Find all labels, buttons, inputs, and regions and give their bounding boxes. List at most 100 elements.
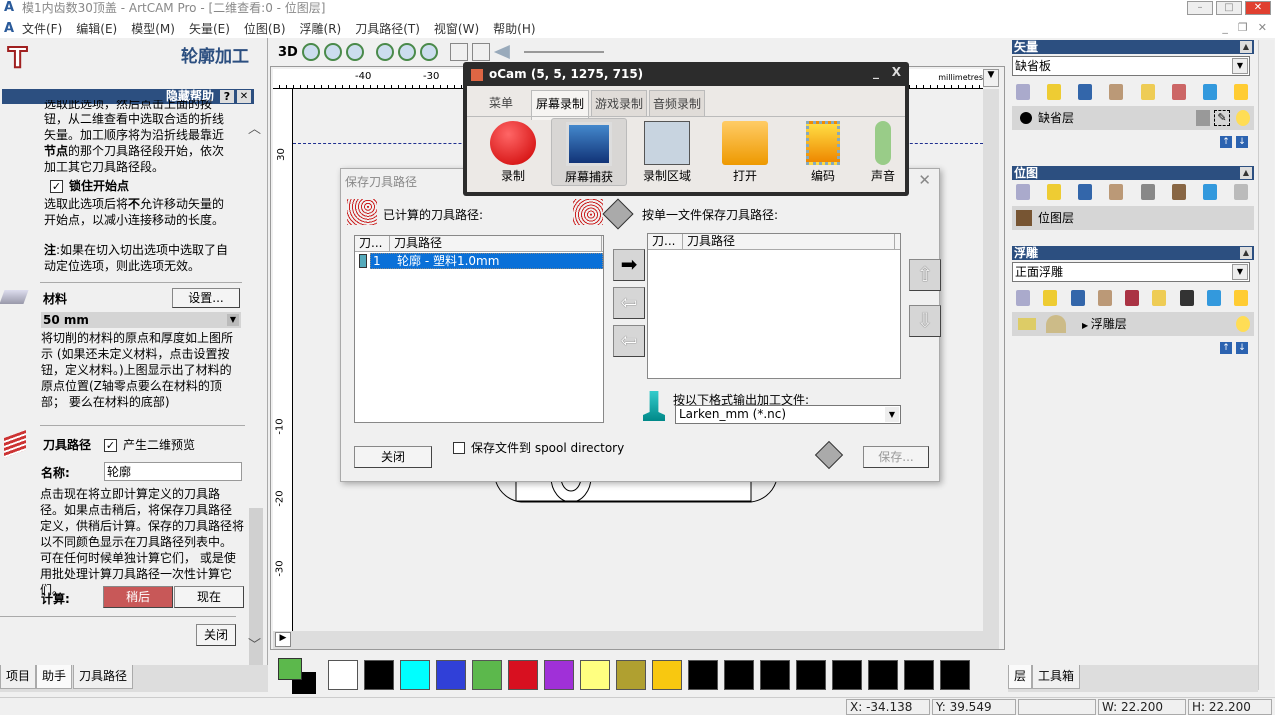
ocam-record-area-button[interactable]: 录制区域: [629, 118, 705, 186]
preview-2d-checkbox[interactable]: ✓ 产生二维预览: [104, 437, 195, 453]
toolpath-name-input[interactable]: [104, 462, 242, 481]
relief-select[interactable]: 正面浮雕 ▼: [1012, 262, 1250, 282]
ocam-open-button[interactable]: 打开: [707, 118, 783, 186]
visibility-bulb-icon[interactable]: [1236, 316, 1250, 332]
lightbulb-icon[interactable]: [1140, 84, 1155, 100]
tab-split-icon[interactable]: ▶: [275, 632, 291, 647]
dropdown-arrow-icon[interactable]: ▼: [227, 314, 239, 326]
all-visible-icon[interactable]: [1233, 184, 1248, 200]
color-swatch[interactable]: [688, 660, 718, 690]
ocam-tab-menu[interactable]: 菜单: [473, 90, 529, 116]
checkbox-icon[interactable]: ✓: [104, 438, 117, 452]
material-setup-button[interactable]: 设置...: [172, 288, 240, 308]
ocam-sound-button[interactable]: 声音: [861, 118, 905, 186]
merge-layers-icon[interactable]: [1125, 290, 1139, 306]
horizontal-scrollbar[interactable]: ▶: [273, 631, 999, 649]
move-up-button[interactable]: ⇧: [909, 259, 941, 291]
tab-toolpaths[interactable]: 刀具路径: [73, 665, 134, 689]
dialog-close-btn[interactable]: 关闭: [354, 446, 432, 468]
column-header-toolpath[interactable]: 刀具路径: [390, 236, 602, 251]
paste-icon[interactable]: [1097, 290, 1112, 306]
color-swatch[interactable]: [832, 660, 862, 690]
color-swatch[interactable]: [508, 660, 538, 690]
menu-help[interactable]: 帮助(H): [493, 20, 535, 37]
units-dropdown[interactable]: ▼: [983, 69, 999, 87]
tab-project[interactable]: 项目: [0, 665, 37, 689]
save-icon[interactable]: [1070, 290, 1085, 306]
column-header-toolpath[interactable]: 刀具路径: [683, 234, 895, 249]
paste-icon[interactable]: [1109, 84, 1124, 100]
color-swatch[interactable]: [904, 660, 934, 690]
delete-icon[interactable]: [1206, 290, 1221, 306]
color-swatch[interactable]: [364, 660, 394, 690]
menu-bitmap[interactable]: 位图(B): [244, 20, 286, 37]
lightbulb-icon[interactable]: [1152, 290, 1167, 306]
zoom-1to1-icon[interactable]: [375, 43, 394, 61]
zoom-out-icon[interactable]: [323, 43, 342, 61]
close-panel-button[interactable]: 关闭: [196, 624, 236, 646]
calculate-later-button[interactable]: 稍后: [103, 586, 173, 608]
checkbox-icon[interactable]: ✓: [50, 179, 63, 193]
lock-icon[interactable]: [1196, 110, 1210, 126]
new-layer-icon[interactable]: [1016, 84, 1030, 100]
mdi-restore-icon[interactable]: ❐: [1238, 21, 1248, 34]
image-icon[interactable]: [1171, 184, 1186, 200]
collapse-icon[interactable]: ▲: [1240, 167, 1252, 179]
3d-view-button[interactable]: 3D: [278, 45, 298, 60]
close-button[interactable]: ✕: [1245, 1, 1271, 15]
ocam-encode-button[interactable]: 编码: [785, 118, 861, 186]
active-pen-icon[interactable]: ✎: [1214, 110, 1230, 126]
move-down-icon[interactable]: ↓: [1236, 342, 1248, 354]
menu-edit[interactable]: 编辑(E): [76, 20, 117, 37]
scroll-up-icon[interactable]: ︿: [248, 118, 261, 137]
calculate-now-button[interactable]: 现在: [174, 586, 244, 608]
table-row[interactable]: 1 轮廓 - 塑料1.0mm: [355, 253, 603, 269]
layer-default[interactable]: 缺省层 ✎: [1012, 106, 1254, 130]
material-thickness-select[interactable]: 50 mm ▼: [41, 312, 241, 328]
move-down-icon[interactable]: ↓: [1236, 136, 1248, 148]
visibility-bulb-icon[interactable]: [1236, 110, 1250, 126]
move-up-icon[interactable]: ↑: [1220, 136, 1232, 148]
color-swatch[interactable]: [652, 660, 682, 690]
foreground-color-swatch[interactable]: [278, 658, 302, 680]
file-toolpaths-list[interactable]: 刀... 刀具路径: [647, 233, 901, 379]
computed-toolpaths-list[interactable]: 刀... 刀具路径 1 轮廓 - 塑料1.0mm: [354, 235, 604, 423]
output-format-select[interactable]: Larken_mm (*.nc) ▼: [675, 405, 901, 424]
ocam-close-button[interactable]: X: [892, 65, 901, 79]
menu-window[interactable]: 视窗(W): [434, 20, 479, 37]
zoom-box-icon[interactable]: [419, 43, 438, 61]
grayscale-icon[interactable]: [1140, 184, 1155, 200]
mdi-close-icon[interactable]: ✕: [1258, 21, 1267, 34]
save-icon[interactable]: [1078, 84, 1093, 100]
vertical-scrollbar[interactable]: [983, 89, 999, 631]
move-up-icon[interactable]: ↑: [1220, 342, 1232, 354]
new-layer-icon[interactable]: [1016, 184, 1030, 200]
open-icon[interactable]: [1047, 84, 1062, 100]
zoom-in-icon[interactable]: [301, 43, 320, 61]
dialog-close-button[interactable]: ✕: [918, 171, 931, 189]
spool-checkbox[interactable]: 保存文件到 spool directory: [453, 439, 624, 456]
new-layer-icon[interactable]: [1016, 290, 1030, 306]
move-down-button[interactable]: ⇩: [909, 305, 941, 337]
view-pan-icon[interactable]: [493, 45, 510, 59]
ocam-screenshot-button[interactable]: 屏幕捕获: [551, 118, 627, 186]
color-swatch[interactable]: [544, 660, 574, 690]
menu-relief[interactable]: 浮雕(R): [300, 20, 342, 37]
color-swatch[interactable]: [868, 660, 898, 690]
remove-from-file-button[interactable]: ⇦: [613, 287, 645, 319]
zoom-fit-icon[interactable]: [397, 43, 416, 61]
ocam-tab-game-record[interactable]: 游戏录制: [591, 90, 647, 116]
all-visible-icon[interactable]: [1234, 290, 1248, 306]
color-swatch[interactable]: [796, 660, 826, 690]
sheet-select[interactable]: 缺省板 ▼: [1012, 56, 1250, 76]
delete-icon[interactable]: [1202, 84, 1217, 100]
ocam-tab-audio-record[interactable]: 音频录制: [649, 90, 705, 116]
save-button[interactable]: 保存...: [863, 446, 929, 468]
ocam-record-button[interactable]: 录制: [475, 118, 551, 186]
menu-file[interactable]: 文件(F): [22, 20, 62, 37]
layer-color-icon[interactable]: [1020, 112, 1032, 124]
zoom-previous-icon[interactable]: [345, 43, 364, 61]
save-icon[interactable]: [1078, 184, 1093, 200]
view-transfer-icon[interactable]: [449, 43, 468, 61]
column-header-tool[interactable]: 刀...: [648, 234, 683, 249]
